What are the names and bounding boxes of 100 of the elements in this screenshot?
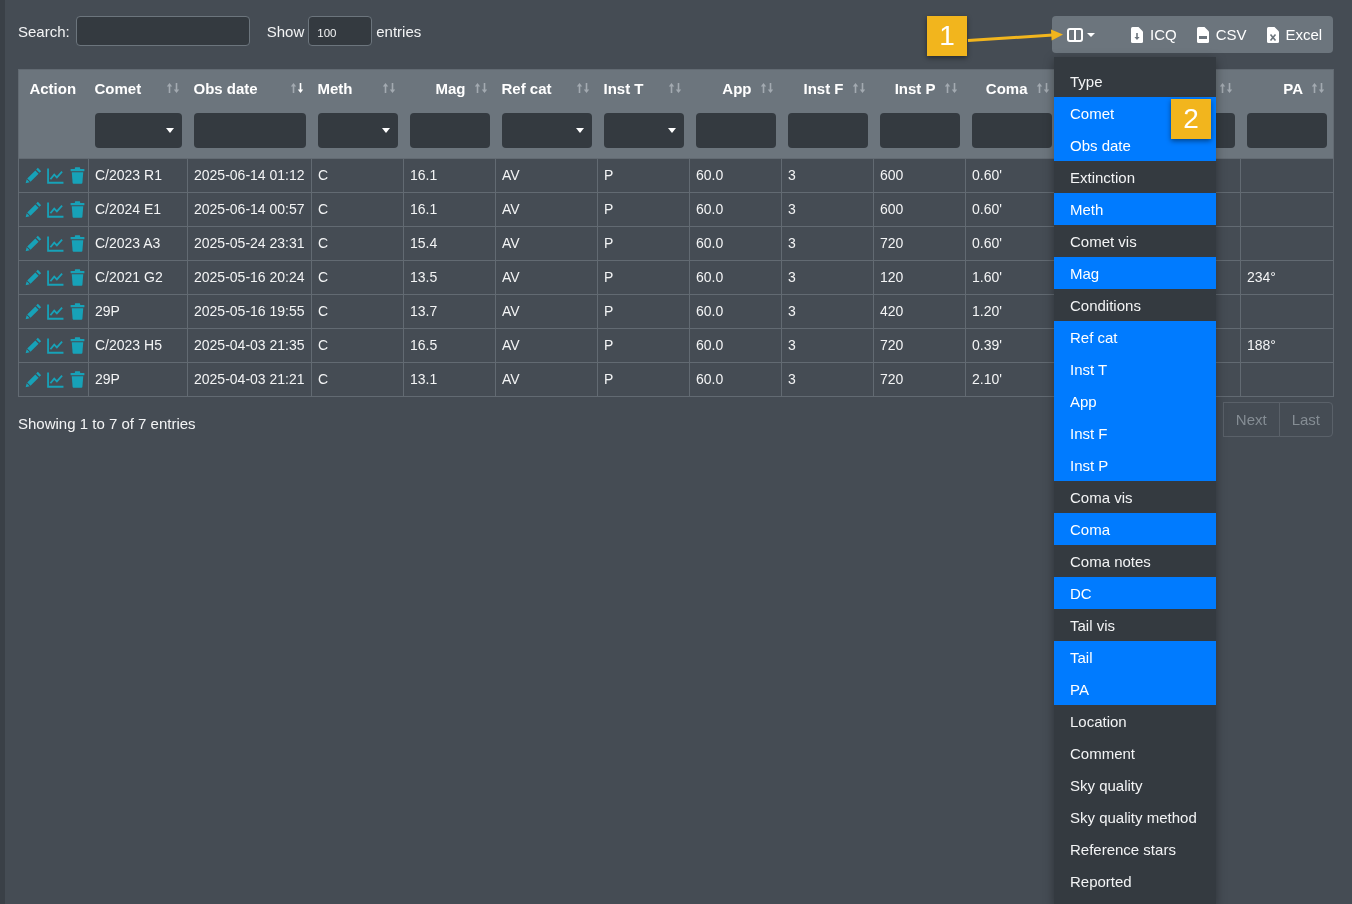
column-header[interactable]: Comet: [94, 79, 142, 97]
pencil-icon[interactable]: [25, 336, 42, 354]
line-chart-icon[interactable]: [47, 336, 64, 354]
sort-icon[interactable]: [943, 82, 958, 94]
column-header[interactable]: Meth: [317, 79, 353, 97]
column-toggle-item[interactable]: PA: [1054, 673, 1216, 705]
column-header[interactable]: PA: [1283, 79, 1303, 97]
column-toggle-item[interactable]: Reported: [1054, 865, 1216, 897]
column-toggle-item[interactable]: Obs date: [1054, 129, 1216, 161]
pencil-icon[interactable]: [25, 268, 42, 286]
table-cell: 2025-04-03 21:21: [187, 362, 312, 396]
column-header[interactable]: App: [722, 79, 752, 97]
column-toggle-item[interactable]: Extinction: [1054, 161, 1216, 193]
column-toggle-item[interactable]: Reference stars: [1054, 833, 1216, 865]
column-header[interactable]: Inst T: [603, 79, 644, 97]
column-toggle-item[interactable]: Sky quality method: [1054, 801, 1216, 833]
column-toggle-item[interactable]: Coma vis: [1054, 481, 1216, 513]
column-toggle-item[interactable]: Inst P: [1054, 449, 1216, 481]
pencil-icon[interactable]: [25, 234, 42, 252]
column-toggle-item[interactable]: DC: [1054, 577, 1216, 609]
pencil-icon[interactable]: [25, 166, 42, 184]
column-toggle-item[interactable]: Inst F: [1054, 417, 1216, 449]
trash-icon[interactable]: [69, 370, 86, 388]
column-toggle-item[interactable]: Tail: [1054, 641, 1216, 673]
table-cell: 13.1: [403, 362, 496, 396]
column-toggle-item[interactable]: Meth: [1054, 193, 1216, 225]
entries-info: Showing 1 to 7 of 7 entries: [18, 413, 196, 432]
column-toggle-item[interactable]: Coma: [1054, 513, 1216, 545]
line-chart-icon[interactable]: [47, 200, 64, 218]
csv-export-button[interactable]: CSV: [1188, 20, 1255, 49]
table-cell: AV: [495, 158, 598, 192]
line-chart-icon[interactable]: [47, 268, 64, 286]
table-cell: 60.0: [689, 362, 782, 396]
line-chart-icon[interactable]: [47, 370, 64, 388]
line-chart-icon[interactable]: [47, 234, 64, 252]
trash-icon[interactable]: [69, 336, 86, 354]
filter-field[interactable]: [695, 113, 776, 149]
column-toggle-item[interactable]: Tail vis: [1054, 609, 1216, 641]
column-toggle-item[interactable]: Type: [1054, 65, 1216, 97]
column-header[interactable]: Inst F: [803, 79, 844, 97]
trash-icon[interactable]: [69, 200, 86, 218]
pencil-icon[interactable]: [25, 302, 42, 320]
line-chart-icon[interactable]: [47, 166, 64, 184]
column-toggle-item[interactable]: Inst T: [1054, 353, 1216, 385]
line-chart-icon[interactable]: [47, 302, 64, 320]
column-toggle-item[interactable]: Conditions: [1054, 289, 1216, 321]
filter-field[interactable]: [409, 113, 490, 149]
column-header[interactable]: Obs date: [193, 79, 258, 97]
filter-field[interactable]: [787, 113, 868, 149]
sort-icon[interactable]: [1311, 82, 1325, 94]
column-toggle-item[interactable]: Mag: [1054, 257, 1216, 289]
column-toggle-item[interactable]: Comet vis: [1054, 225, 1216, 257]
trash-icon[interactable]: [69, 166, 86, 184]
filter-dropdown[interactable]: [501, 113, 592, 149]
search-field[interactable]: [75, 16, 250, 46]
table-cell: 234°: [1240, 260, 1334, 294]
filter-dropdown[interactable]: [94, 113, 182, 149]
filter-field[interactable]: [193, 113, 306, 149]
column-toggle-item[interactable]: Ref cat: [1054, 321, 1216, 353]
excel-export-button[interactable]: Excel: [1258, 20, 1331, 49]
sort-icon[interactable]: [667, 82, 682, 94]
trash-icon[interactable]: [69, 302, 86, 320]
column-toggle-item[interactable]: Location: [1054, 705, 1216, 737]
column-toggle-item[interactable]: Coma notes: [1054, 545, 1216, 577]
sort-icon[interactable]: [575, 82, 590, 94]
filter-field[interactable]: [971, 113, 1052, 149]
table-cell: 3: [781, 328, 874, 362]
sort-icon[interactable]: [289, 82, 304, 94]
sort-icon[interactable]: [1035, 82, 1050, 94]
column-header[interactable]: Inst P: [894, 79, 936, 97]
sort-icon[interactable]: [851, 82, 866, 94]
column-toggle-item[interactable]: Sky quality: [1054, 769, 1216, 801]
table-cell: 15.4: [403, 226, 496, 260]
table-cell: AV: [495, 260, 598, 294]
table-cell: 3: [781, 158, 874, 192]
filter-dropdown[interactable]: [603, 113, 684, 149]
sort-icon[interactable]: [473, 82, 488, 94]
column-toggle-item[interactable]: App: [1054, 385, 1216, 417]
table-cell: 16.1: [403, 158, 496, 192]
filter-dropdown[interactable]: [317, 113, 398, 149]
pencil-icon[interactable]: [25, 200, 42, 218]
table-cell: 420: [873, 294, 966, 328]
filter-field[interactable]: [879, 113, 960, 149]
table-cell: 3: [781, 192, 874, 226]
sort-icon[interactable]: [759, 82, 774, 94]
icq-export-button[interactable]: ICQ: [1123, 20, 1185, 49]
column-header[interactable]: Mag: [435, 79, 466, 97]
column-header[interactable]: Coma: [985, 79, 1028, 97]
filter-field[interactable]: [1246, 113, 1327, 149]
column-header[interactable]: Ref cat: [501, 79, 552, 97]
pencil-icon[interactable]: [25, 370, 42, 388]
column-toggle-item[interactable]: Comment: [1054, 737, 1216, 769]
sort-icon[interactable]: [1218, 82, 1233, 94]
trash-icon[interactable]: [69, 268, 86, 286]
sort-icon[interactable]: [165, 82, 180, 94]
page-length-field[interactable]: 100: [308, 16, 373, 46]
trash-icon[interactable]: [69, 234, 86, 252]
table-cell: P: [597, 328, 690, 362]
table-cell: AV: [495, 192, 598, 226]
sort-icon[interactable]: [381, 82, 396, 94]
